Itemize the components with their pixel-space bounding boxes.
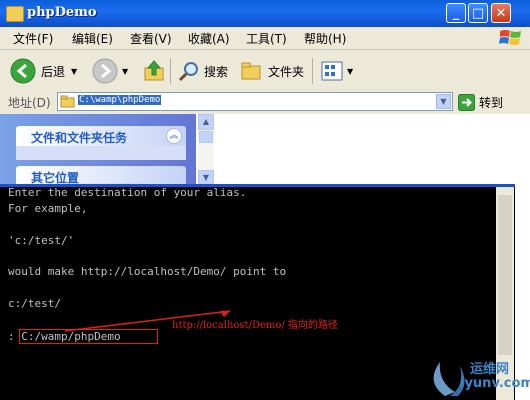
file-tasks-title: 文件和文件夹任务 (31, 131, 128, 145)
address-dropdown-icon[interactable]: ▼ (436, 94, 451, 109)
folder-icon (60, 95, 75, 108)
back-dropdown-icon[interactable]: ▼ (71, 67, 77, 76)
console-scroll-thumb[interactable] (498, 195, 512, 355)
search-button[interactable]: 搜索 (178, 58, 228, 84)
vertical-scrollbar[interactable]: ▲ ▼ (198, 114, 214, 186)
up-folder-icon (144, 60, 164, 81)
windows-logo-icon (499, 30, 521, 45)
toolbar: 后退 ▼ ▼ 搜索 文件夹 ▼ (0, 50, 530, 91)
window-title: phpDemo (27, 5, 97, 20)
go-button[interactable]: 转到 (458, 92, 528, 112)
menu-tools[interactable]: 工具(T) (246, 30, 287, 47)
back-button[interactable]: 后退 ▼ (10, 58, 77, 84)
menu-file[interactable]: 文件(F) (13, 30, 53, 47)
search-label: 搜索 (204, 64, 229, 79)
toolbar-separator (170, 58, 171, 84)
title-bar[interactable]: phpDemo _ □ ✕ (0, 0, 530, 27)
go-arrow-icon (458, 93, 475, 111)
chevron-up-icon[interactable]: ︽ (166, 128, 182, 144)
menu-help[interactable]: 帮助(H) (304, 30, 346, 47)
task-panel-body (16, 146, 186, 160)
scroll-up-icon[interactable]: ▲ (198, 114, 214, 130)
address-label: 地址(D) (8, 96, 51, 110)
console-line: would make http://localhost/Demo/ point … (8, 265, 287, 278)
address-bar: 地址(D) C:\wamp\phpDemo ▼ 转到 (0, 90, 530, 115)
file-tasks-panel-header[interactable]: 文件和文件夹任务 ︽ (16, 126, 186, 148)
up-folder-button[interactable] (142, 58, 166, 84)
menu-view[interactable]: 查看(V) (130, 30, 172, 47)
address-value: C:\wamp\phpDemo (78, 95, 162, 105)
console-line: c:/test/ (8, 297, 61, 310)
close-button[interactable]: ✕ (491, 3, 511, 23)
console-line: For example, (8, 202, 88, 215)
forward-arrow-icon (92, 58, 118, 84)
views-dropdown-icon[interactable]: ▼ (347, 67, 353, 76)
folders-label: 文件夹 (268, 64, 305, 79)
forward-dropdown-icon[interactable]: ▼ (122, 67, 128, 76)
menu-edit[interactable]: 编辑(E) (72, 30, 113, 47)
views-icon (321, 61, 343, 81)
menu-bar: 文件(F) 编辑(E) 查看(V) 收藏(A) 工具(T) 帮助(H) (0, 27, 530, 50)
search-icon (178, 62, 198, 82)
console-line: Enter the destination of your alias. (8, 186, 247, 199)
back-label: 后退 (41, 64, 66, 79)
address-input[interactable]: C:\wamp\phpDemo ▼ (57, 92, 453, 111)
annotation-text: http://localhost/Demo/ 指向的路径 (172, 320, 338, 331)
watermark-cn: 运维网 (470, 362, 510, 377)
folder-icon (6, 6, 24, 22)
forward-button[interactable]: ▼ (92, 58, 128, 84)
go-label: 转到 (479, 95, 504, 110)
menu-favorites[interactable]: 收藏(A) (188, 30, 230, 47)
watermark-en: iyunv.com (460, 376, 530, 391)
toolbar-separator (312, 58, 313, 84)
explorer-window: phpDemo _ □ ✕ 文件(F) 编辑(E) 查看(V) 收藏(A) 工具… (0, 0, 530, 400)
views-button[interactable]: ▼ (320, 58, 353, 84)
folders-button[interactable]: 文件夹 (240, 58, 304, 84)
console-line: 'c:/test/' (8, 234, 75, 247)
folders-icon (241, 62, 261, 80)
maximize-button[interactable]: □ (468, 3, 488, 23)
back-arrow-icon (10, 58, 36, 84)
minimize-button[interactable]: _ (446, 3, 466, 23)
scroll-thumb[interactable] (199, 131, 213, 143)
